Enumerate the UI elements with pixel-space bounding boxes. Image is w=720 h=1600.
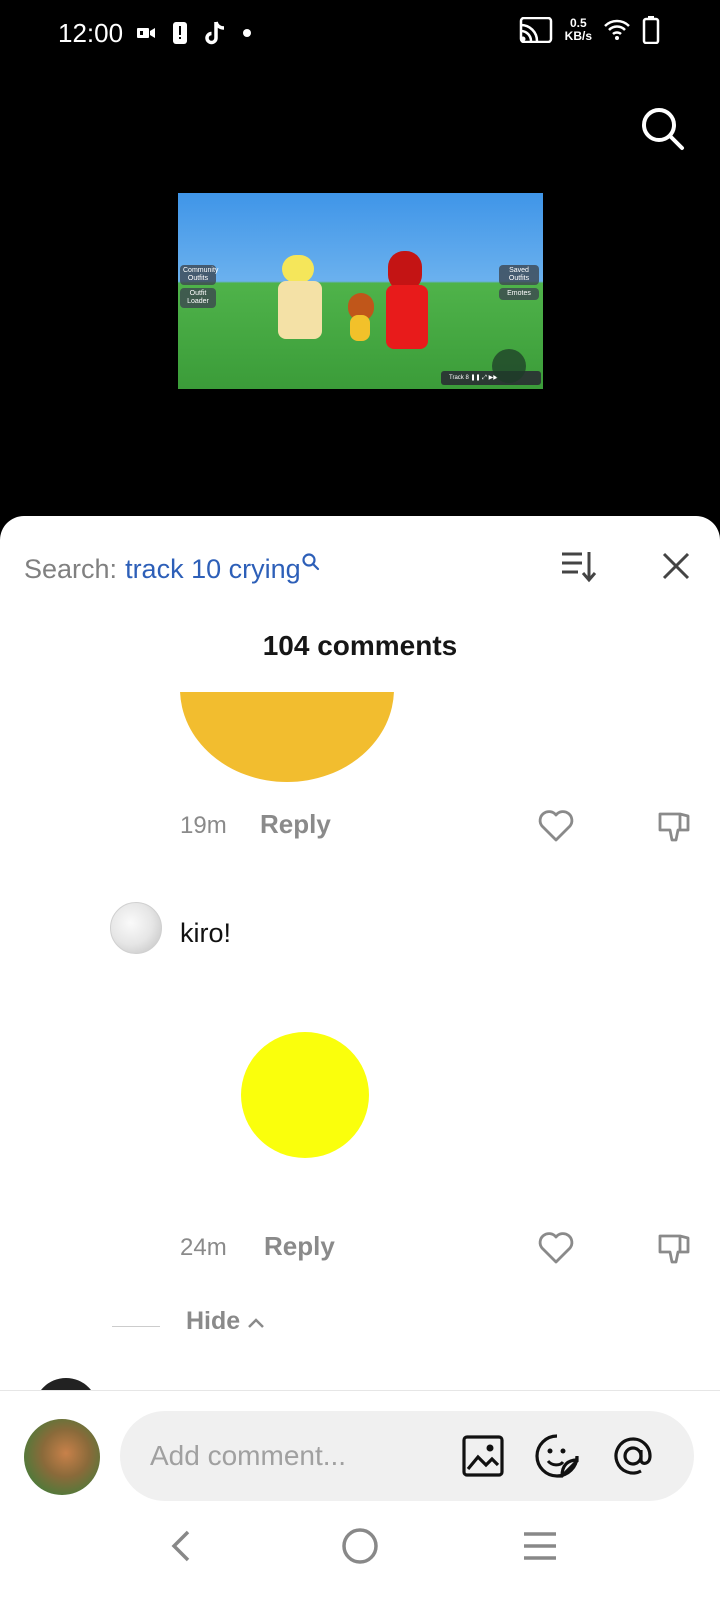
close-icon[interactable]: [656, 546, 696, 586]
hide-replies-button[interactable]: Hide: [186, 1307, 265, 1336]
alert-icon: [173, 22, 187, 44]
comments-sheet: Search: track 10 crying 104 comments 19m …: [0, 516, 720, 1600]
dot-icon: [243, 29, 251, 37]
search-icon[interactable]: [638, 104, 686, 152]
video-button-community-outfits: Community Outfits: [180, 265, 218, 285]
back-icon[interactable]: [160, 1524, 204, 1568]
reply-button[interactable]: Reply: [260, 809, 331, 840]
status-bar: 12:00 0.5 KB/s: [0, 0, 720, 68]
status-right-icons: 0.5 KB/s: [519, 16, 660, 44]
video-button-saved-outfits: Saved Outfits: [499, 265, 539, 285]
comment-composer: [0, 1390, 720, 1508]
heart-icon[interactable]: [536, 1228, 576, 1268]
hide-label: Hide: [186, 1307, 241, 1335]
wifi-icon: [604, 19, 630, 40]
hide-divider: [112, 1326, 160, 1327]
status-time: 12:00: [58, 18, 124, 48]
comment-input[interactable]: [150, 1431, 450, 1481]
search-label: Search:: [24, 554, 118, 584]
comment-time: 19m: [180, 812, 227, 839]
status-left-icons: [136, 20, 252, 46]
jump-button: [492, 349, 526, 383]
mention-icon[interactable]: [610, 1433, 656, 1479]
video-button-emotes: Emotes: [499, 288, 539, 300]
comments-count: 104 comments: [262, 630, 458, 661]
sort-icon[interactable]: [558, 546, 598, 586]
comment-input-pill[interactable]: [120, 1411, 694, 1501]
video-record-icon: [137, 28, 155, 38]
track-label: Track 8: [449, 375, 469, 381]
search-suggestion[interactable]: Search: track 10 crying: [24, 553, 321, 585]
dislike-icon[interactable]: [654, 1228, 694, 1268]
comment-text: kiro!: [180, 918, 232, 948]
battery-icon: [642, 16, 660, 44]
menu-icon[interactable]: [518, 1524, 562, 1568]
comment-avatar[interactable]: [110, 902, 162, 954]
search-query-link[interactable]: track 10 crying: [125, 554, 301, 584]
network-speed-unit: KB/s: [564, 29, 592, 43]
character-yellow-head: [282, 255, 314, 283]
home-icon[interactable]: [338, 1524, 382, 1568]
system-nav-bar: [0, 1508, 720, 1600]
network-speed: 0.5 KB/s: [565, 17, 592, 43]
dislike-icon[interactable]: [654, 806, 694, 846]
image-icon[interactable]: [460, 1433, 506, 1479]
video-controls[interactable]: Track 8 ❚❚ ⤢ ▶▶: [441, 371, 541, 385]
character-red-body: [386, 285, 428, 349]
character-small-body: [350, 315, 370, 341]
reply-button[interactable]: Reply: [264, 1231, 335, 1262]
video-button-outfit-loader: Outfit Loader: [180, 288, 216, 308]
comment-time: 24m: [180, 1234, 227, 1261]
comment-sticker-yellow: [241, 1032, 369, 1158]
search-small-icon: [302, 553, 319, 571]
heart-icon[interactable]: [536, 806, 576, 846]
cast-icon: [519, 17, 552, 43]
next-comment-avatar[interactable]: [34, 1378, 98, 1390]
chevron-up-icon: [248, 1318, 265, 1328]
video-player[interactable]: Community Outfits Outfit Loader Saved Ou…: [178, 193, 543, 389]
character-yellow-body: [278, 281, 322, 339]
sticker-icon[interactable]: [534, 1433, 580, 1479]
comments-list[interactable]: 19m Reply kiro! 24m Reply Hide: [0, 692, 720, 1390]
my-avatar[interactable]: [24, 1419, 100, 1495]
tiktok-icon: [205, 21, 225, 45]
comment-sticker-orange: [180, 692, 394, 782]
